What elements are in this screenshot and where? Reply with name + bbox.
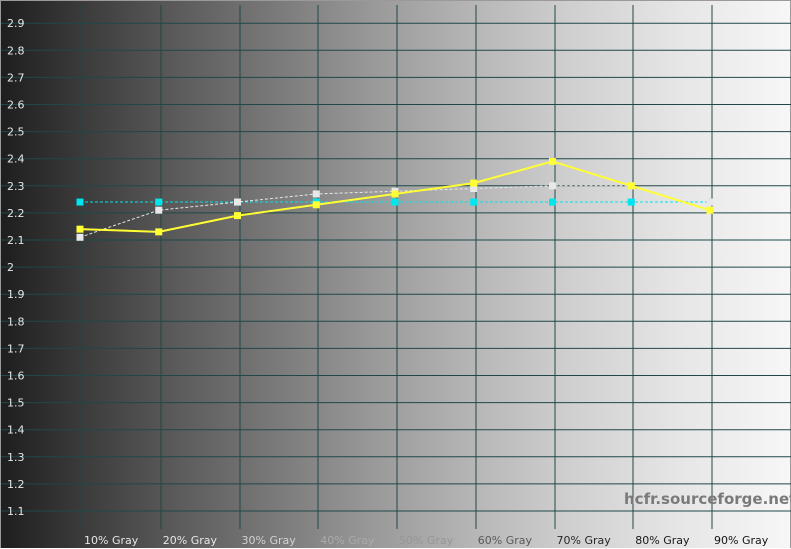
series-marker-0 [76, 225, 84, 233]
series-marker-1 [76, 233, 84, 241]
x-tick-label: 50% Gray [399, 534, 454, 547]
y-tick-label: 1.8 [7, 315, 25, 328]
series-marker-2 [470, 198, 478, 206]
y-tick-label: 2 [7, 261, 14, 274]
gamma-chart: 2.9 2.8 2.7 2.6 2.5 2.4 2.3 2.2 2.1 2 1.9 1.8 1.7 1.6… [1, 5, 791, 547]
y-tick-label: 2.2 [7, 207, 25, 220]
series-marker-1 [549, 182, 556, 190]
chart-area: 2.9 2.8 2.7 2.6 2.5 2.4 2.3 2.2 2.1 2 1.9 1.8 1.7 1.6… [0, 0, 791, 548]
y-tick-label: 1.1 [7, 505, 25, 518]
series-marker-0 [549, 157, 556, 165]
y-tick-label: 2.5 [7, 126, 25, 139]
series-marker-1 [155, 206, 163, 214]
y-tick-label: 2.8 [7, 44, 25, 57]
y-tick-label: 1.3 [7, 451, 25, 464]
series-marker-0 [155, 228, 163, 236]
y-tick-label: 1.9 [7, 288, 25, 301]
series-marker-0 [234, 212, 241, 220]
y-tick-label: 2.6 [7, 99, 25, 112]
y-tick-label: 1.5 [7, 397, 25, 410]
series-marker-0 [312, 201, 320, 209]
y-tick-label: 2.9 [7, 17, 25, 30]
series-marker-2 [549, 198, 556, 206]
series-marker-1 [234, 198, 241, 206]
x-tick-label: 20% Gray [163, 534, 218, 547]
series-marker-2 [76, 198, 84, 206]
y-tick-label: 1.7 [7, 342, 25, 355]
watermark-text: hcfr.sourceforge.net [624, 490, 791, 508]
y-tick-label: 1.4 [7, 424, 25, 437]
x-tick-label: 90% Gray [714, 534, 769, 547]
x-tick-label: 30% Gray [242, 534, 297, 547]
x-tick-label: 60% Gray [478, 534, 533, 547]
series-marker-2 [391, 198, 399, 206]
series-marker-0 [470, 179, 478, 187]
series-marker-0 [627, 182, 635, 190]
y-tick-label: 2.1 [7, 234, 25, 247]
y-tick-label: 2.4 [7, 153, 25, 166]
series-marker-2 [627, 198, 635, 206]
series-marker-2 [155, 198, 163, 206]
x-tick-label: 10% Gray [84, 534, 139, 547]
series-marker-0 [706, 206, 714, 214]
y-tick-label: 1.2 [7, 478, 25, 491]
x-tick-label: 80% Gray [635, 534, 690, 547]
y-tick-label: 1.6 [7, 370, 25, 383]
series-marker-0 [391, 190, 399, 198]
x-tick-label: 70% Gray [557, 534, 612, 547]
y-tick-label: 2.7 [7, 71, 25, 84]
series-marker-1 [706, 198, 714, 206]
x-tick-label: 40% Gray [320, 534, 375, 547]
series-marker-1 [312, 190, 320, 198]
y-tick-label: 2.3 [7, 180, 25, 193]
